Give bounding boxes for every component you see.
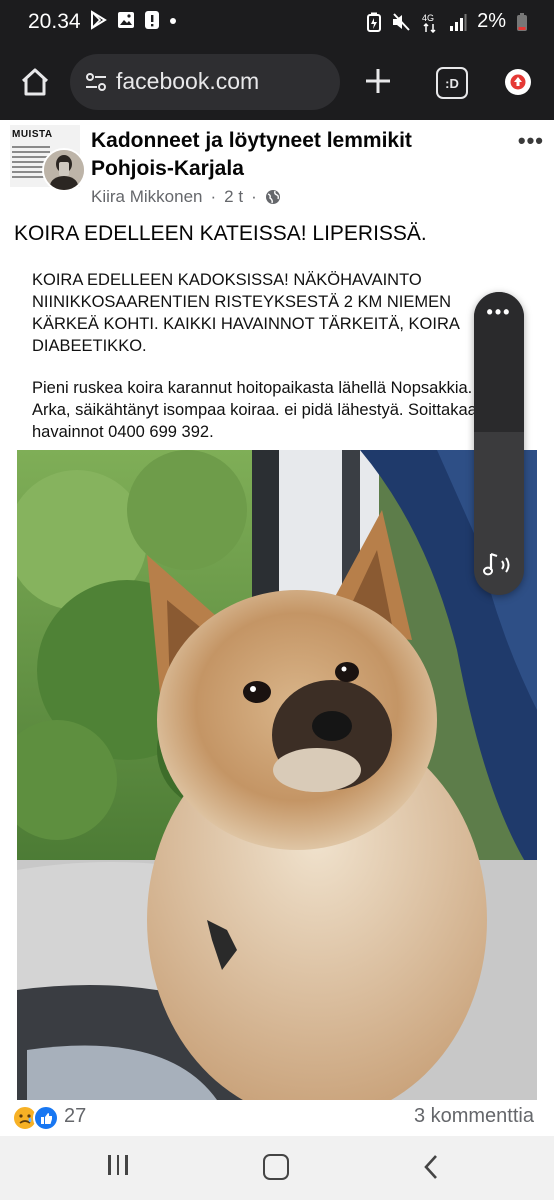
image-text-area: KOIRA EDELLEEN KADOKSISSA! NÄKÖHAVAINTO … — [17, 258, 537, 450]
update-arrow-icon — [510, 74, 526, 90]
tab-switcher-icon[interactable]: :D — [436, 67, 468, 99]
more-options-icon[interactable]: ••• — [474, 302, 524, 323]
meta-separator: · — [251, 187, 257, 206]
post-message: KOIRA EDELLEEN KATEISSA! LIPERISSÄ. — [14, 222, 427, 245]
post-meta: Kiira Mikkonen · 2 t · — [91, 187, 281, 207]
dot-icon — [170, 18, 176, 24]
home-icon[interactable] — [17, 64, 53, 100]
group-name[interactable]: Kadonneet ja löytyneet lemmikit Pohjois-… — [91, 127, 471, 183]
post-image[interactable]: KOIRA EDELLEEN KADOKSISSA! NÄKÖHAVAINTO … — [17, 258, 537, 1100]
play-store-icon — [91, 10, 107, 30]
reaction-count[interactable]: 27 — [64, 1105, 86, 1128]
url-text[interactable]: facebook.com — [116, 68, 259, 95]
gallery-icon — [118, 12, 134, 28]
volume-panel[interactable]: ••• — [474, 292, 524, 595]
image-paragraph-1: KOIRA EDELLEEN KADOKSISSA! NÄKÖHAVAINTO … — [32, 271, 459, 355]
alert-icon — [145, 11, 159, 29]
home-icon[interactable] — [263, 1154, 289, 1180]
author-name[interactable]: Kiira Mikkonen — [91, 187, 203, 207]
group-avatar-text: MUISTA — [12, 129, 53, 140]
post-time[interactable]: 2 t — [224, 187, 243, 207]
battery-percent: 2% — [477, 10, 506, 32]
svg-text:4G: 4G — [422, 13, 434, 23]
like-reaction-icon[interactable] — [33, 1105, 59, 1131]
back-icon[interactable] — [421, 1153, 441, 1181]
system-nav-bar — [0, 1136, 554, 1200]
new-tab-icon[interactable] — [362, 65, 394, 97]
post-more-options-icon[interactable]: ••• — [518, 128, 544, 154]
update-icon[interactable] — [505, 69, 531, 95]
person-silhouette-icon — [44, 150, 84, 190]
battery-icon — [517, 12, 527, 31]
site-settings-icon[interactable] — [84, 71, 108, 93]
thumbs-up-icon — [40, 1112, 52, 1124]
comment-count[interactable]: 3 kommenttia — [414, 1105, 534, 1128]
system-icons: 4G 2% — [367, 10, 528, 33]
globe-icon — [265, 190, 280, 204]
battery-saver-icon — [367, 12, 382, 32]
reaction-bar: 27 3 kommenttia — [0, 1100, 554, 1136]
image-paragraph-2: Pieni ruskea koira karannut hoitopaikast… — [32, 379, 477, 441]
network-4g-icon: 4G — [422, 13, 436, 33]
status-time: 20.34 — [28, 10, 81, 33]
mute-icon — [393, 12, 410, 31]
notification-icons — [88, 10, 178, 30]
tab-label: :D — [445, 75, 459, 91]
browser-toolbar: facebook.com :D — [0, 44, 554, 120]
recents-icon[interactable] — [108, 1155, 128, 1175]
address-bar[interactable]: facebook.com — [70, 54, 340, 110]
meta-separator: · — [210, 187, 217, 206]
status-bar: 20.34 4G 2% — [0, 0, 554, 44]
author-avatar[interactable] — [42, 148, 86, 192]
post-header: MUISTA Kadonneet ja löytyneet lemmikit P… — [0, 120, 554, 212]
media-volume-icon[interactable] — [483, 550, 515, 580]
dog-photo — [17, 450, 537, 1100]
signal-icon — [450, 13, 467, 31]
